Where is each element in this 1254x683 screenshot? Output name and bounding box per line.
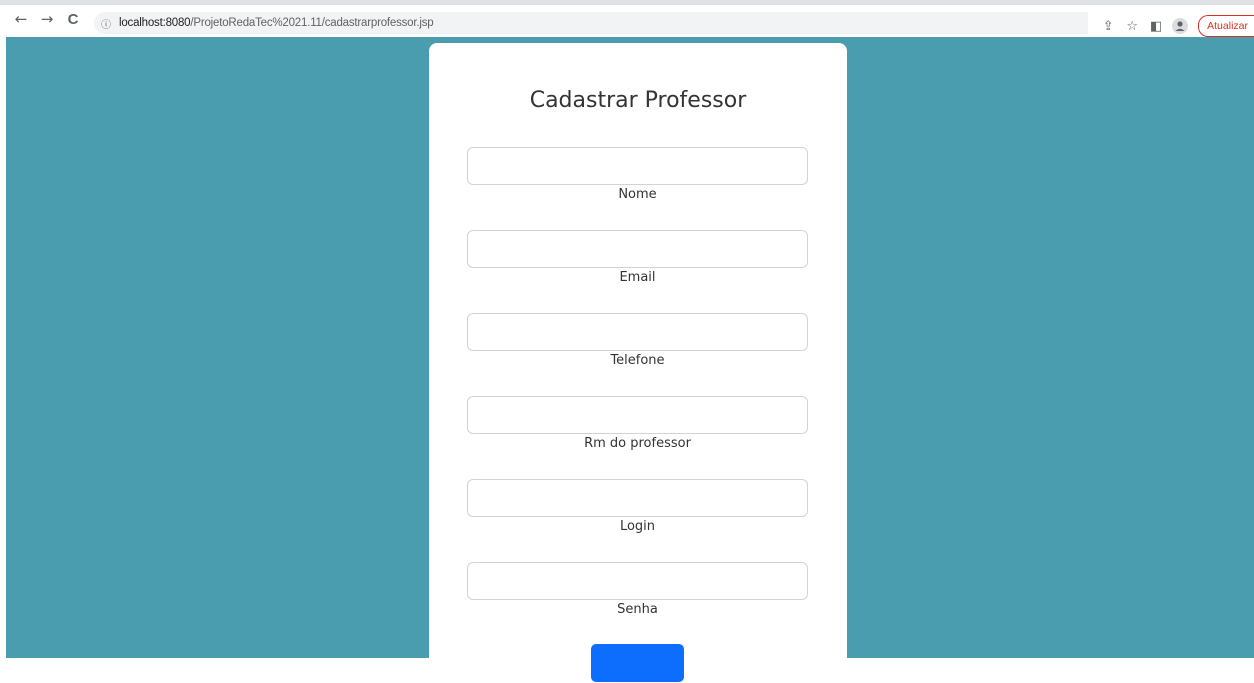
url-host: localhost:8080 bbox=[119, 17, 191, 29]
active-tab-edge bbox=[200, 5, 395, 10]
telefone-label: Telefone bbox=[610, 353, 665, 368]
reload-icon[interactable]: C bbox=[62, 8, 84, 30]
email-label: Email bbox=[619, 270, 656, 285]
email-input[interactable] bbox=[467, 230, 808, 268]
info-icon[interactable]: ⓘ bbox=[99, 16, 113, 31]
senha-label: Senha bbox=[617, 602, 658, 617]
url-text[interactable]: localhost:8080/ProjetoRedaTec%2021.11/ca… bbox=[119, 17, 434, 29]
senha-input[interactable] bbox=[467, 562, 808, 600]
nome-label: Nome bbox=[618, 187, 657, 202]
telefone-input[interactable] bbox=[467, 313, 808, 351]
profile-avatar-glyph bbox=[1172, 18, 1189, 34]
url-path: /ProjetoRedaTec%2021.11/cadastrarprofess… bbox=[190, 17, 434, 29]
star-icon[interactable]: ☆ bbox=[1120, 14, 1144, 38]
side-panel-icon[interactable]: ◧ bbox=[1144, 14, 1168, 38]
login-label: Login bbox=[619, 519, 656, 534]
rm-input[interactable] bbox=[467, 396, 808, 434]
profile-icon[interactable] bbox=[1168, 14, 1192, 38]
address-bar[interactable]: ⓘ localhost:8080/ProjetoRedaTec%2021.11/… bbox=[94, 12, 1244, 34]
page-background: Cadastrar Professor Nome Email Telefone … bbox=[6, 37, 1254, 683]
page-title: Cadastrar Professor bbox=[529, 88, 747, 113]
nome-input[interactable] bbox=[467, 147, 808, 185]
rm-label: Rm do professor bbox=[584, 436, 691, 451]
back-icon[interactable]: ← bbox=[10, 8, 32, 30]
login-input[interactable] bbox=[467, 479, 808, 517]
update-button[interactable]: Atualizar bbox=[1198, 15, 1254, 37]
share-icon[interactable]: ⇪ bbox=[1096, 14, 1120, 38]
form-card: Cadastrar Professor Nome Email Telefone … bbox=[429, 43, 847, 683]
forward-icon[interactable]: → bbox=[36, 8, 58, 30]
submit-button[interactable] bbox=[591, 644, 684, 682]
browser-toolbar: ← → C ⓘ localhost:8080/ProjetoRedaTec%20… bbox=[0, 0, 1254, 42]
